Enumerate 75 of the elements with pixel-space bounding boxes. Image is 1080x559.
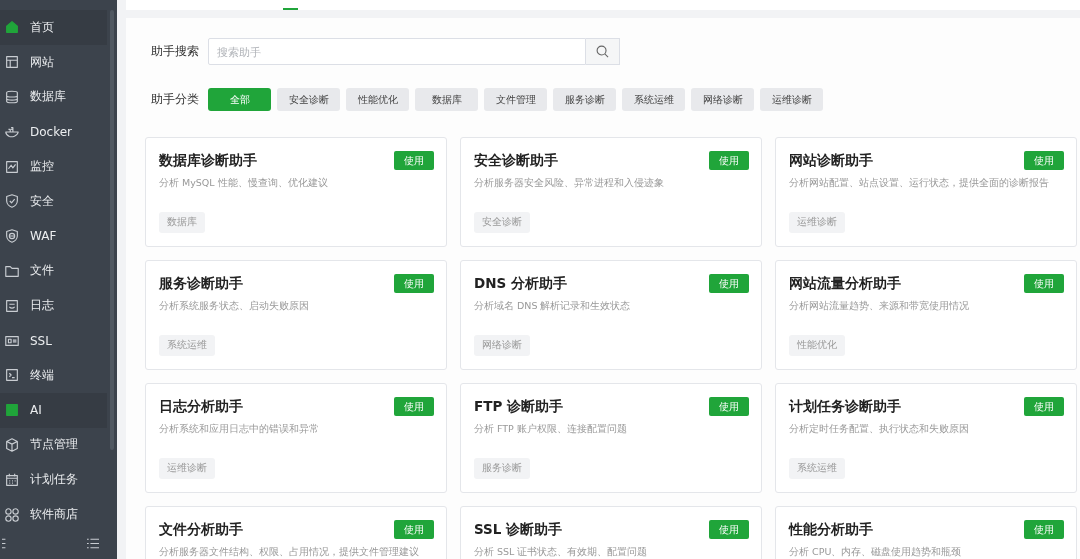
category-chip[interactable]: 服务诊断 (553, 88, 616, 111)
card-title: 文件分析助手 (159, 520, 243, 539)
sidebar-item[interactable]: 节点管理 (0, 427, 107, 463)
card-title: 服务诊断助手 (159, 274, 243, 293)
category-chip[interactable]: 系统运维 (622, 88, 685, 111)
sidebar-item[interactable]: 终端 (0, 357, 107, 393)
nav-icon (4, 158, 20, 175)
sidebar-item[interactable]: 数据库 (0, 79, 107, 115)
sidebar-item[interactable]: 安全 (0, 184, 107, 219)
card-description: 分析系统服务状态、启动失败原因 (159, 300, 309, 313)
sidebar-item[interactable]: 网站 (0, 44, 107, 80)
sidebar-item[interactable]: AI (0, 392, 107, 428)
sidebar-item[interactable]: SSL (0, 323, 107, 358)
card-description: 分析网站流量趋势、来源和带宽使用情况 (789, 300, 969, 313)
card-description: 分析定时任务配置、执行状态和失败原因 (789, 423, 969, 436)
nav-icon (4, 367, 20, 384)
card-description: 分析服务器文件结构、权限、占用情况，提供文件管理建议 (159, 546, 419, 559)
sidebar-item[interactable]: 首页 (0, 10, 107, 45)
search-icon (596, 45, 609, 58)
card-description: 分析 MySQL 性能、慢查询、优化建议 (159, 177, 328, 190)
sidebar-item[interactable]: 软件商店 (0, 497, 107, 532)
search-button[interactable] (586, 38, 620, 65)
nav-icon (4, 193, 20, 210)
card-description: 分析 SSL 证书状态、有效期、配置问题 (474, 546, 648, 559)
card-title: 数据库诊断助手 (159, 151, 257, 170)
card-title: 网站诊断助手 (789, 151, 873, 170)
category-tag: 系统运维 (789, 458, 845, 479)
sidebar-item[interactable]: Docker (0, 114, 107, 150)
nav-icon (4, 89, 20, 105)
category-chip[interactable]: 文件管理 (484, 88, 547, 111)
category-tag: 运维诊断 (159, 458, 215, 479)
card-title: DNS 分析助手 (474, 274, 567, 293)
card-description: 分析网站配置、站点设置、运行状态，提供全面的诊断报告 (789, 177, 1049, 190)
nav-icon (4, 228, 20, 245)
sidebar-item[interactable]: 文件 (0, 253, 107, 289)
category-tag: 服务诊断 (474, 458, 530, 479)
card-title: 计划任务诊断助手 (789, 397, 901, 416)
nav-icon (4, 506, 20, 523)
category-label: 助手分类 (151, 92, 200, 107)
menu-icon[interactable] (87, 537, 99, 549)
category-chip[interactable]: 安全诊断 (277, 88, 340, 111)
nav-icon (4, 19, 20, 36)
category-tag: 系统运维 (159, 335, 215, 356)
card-title: FTP 诊断助手 (474, 397, 564, 416)
nav-icon (4, 436, 20, 453)
category-tag: 安全诊断 (474, 212, 530, 233)
card-description: 分析服务器安全风险、异常进程和入侵迹象 (474, 177, 664, 190)
card-description: 分析 CPU、内存、磁盘使用趋势和瓶颈 (789, 546, 962, 559)
category-tag: 运维诊断 (789, 212, 845, 233)
category-chip[interactable]: 数据库 (415, 88, 478, 111)
card-title: 网站流量分析助手 (789, 274, 901, 293)
nav-icon (4, 402, 20, 419)
card-description: 分析 FTP 账户权限、连接配置问题 (474, 423, 627, 436)
category-chip[interactable]: 性能优化 (346, 88, 409, 111)
nav-icon (4, 297, 20, 314)
card-title: 安全诊断助手 (474, 151, 558, 170)
sidebar-item[interactable]: 日志 (0, 288, 107, 324)
search-label: 助手搜索 (151, 44, 200, 59)
card-title: 日志分析助手 (159, 397, 243, 416)
card-title: 性能分析助手 (789, 520, 873, 539)
category-tag: 性能优化 (789, 335, 845, 356)
category-tag: 数据库 (159, 212, 205, 233)
search-field[interactable]: 搜索助手 (208, 38, 586, 65)
sidebar-item[interactable]: 计划任务 (0, 462, 107, 498)
card-description: 分析系统和应用日志中的错误和异常 (159, 423, 319, 436)
category-chip[interactable]: 网络诊断 (691, 88, 754, 111)
category-chip[interactable]: 运维诊断 (760, 88, 823, 111)
sidebar-item[interactable]: WAF (0, 218, 107, 254)
nav-icon (4, 471, 20, 488)
category-tag: 网络诊断 (474, 335, 530, 356)
card-description: 分析域名 DNS 解析记录和生效状态 (474, 300, 631, 313)
sidebar-item[interactable]: 监控 (0, 149, 107, 184)
tab-indicator (283, 8, 298, 10)
nav-icon (4, 54, 20, 71)
card-title: SSL 诊断助手 (474, 520, 563, 539)
